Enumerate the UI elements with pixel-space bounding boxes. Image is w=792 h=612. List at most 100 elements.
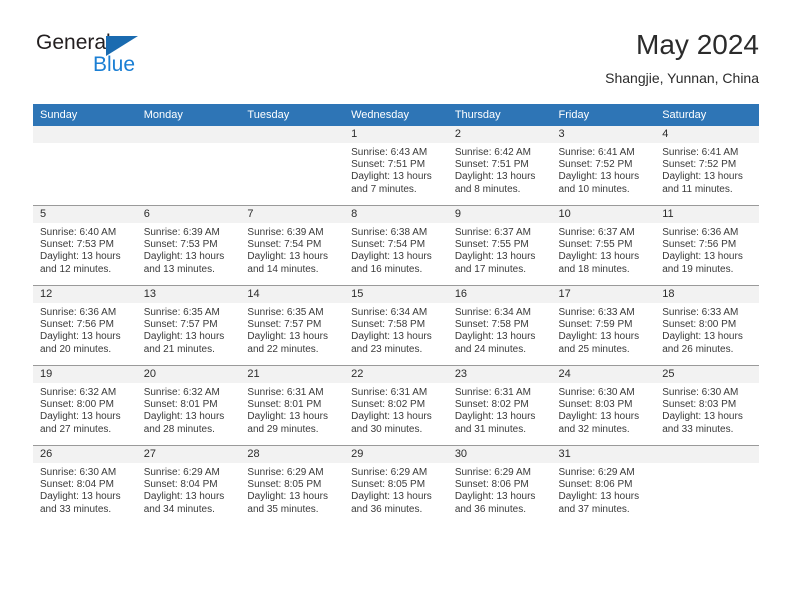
sunset-text: Sunset: 7:58 PM (351, 319, 426, 331)
sunset-text: Sunset: 7:53 PM (40, 239, 114, 251)
calendar-day-cell[interactable]: 13 Sunrise: 6:35 AM Sunset: 7:57 PM Dayligh… (136, 285, 241, 366)
daylight-text-line1: Daylight: 13 hours (247, 251, 329, 263)
calendar-day-cell[interactable]: 10 Sunrise: 6:37 AM Sunset: 7:55 PM Dayligh… (551, 205, 656, 286)
day-number: 24 (551, 366, 656, 383)
day-number: 2 (447, 126, 552, 143)
sunrise-text: Sunrise: 6:34 AM (454, 307, 531, 318)
day-details: Sunrise: 6:43 AM Sunset: 7:51 PM Daylight:… (344, 143, 448, 196)
day-number: 31 (551, 446, 656, 463)
daylight-text-line2: and 26 minutes. (662, 343, 734, 355)
day-number (240, 126, 345, 143)
calendar-day-cell-empty (240, 126, 345, 206)
day-details: Sunrise: 6:36 AM Sunset: 7:56 PM Daylight:… (655, 223, 759, 276)
calendar-day-cell[interactable]: 20 Sunrise: 6:32 AM Sunset: 8:01 PM Dayligh… (136, 365, 241, 446)
daylight-text-line2: and 27 minutes. (40, 423, 112, 435)
sunrise-text: Sunrise: 6:31 AM (454, 387, 531, 398)
calendar-day-cell[interactable]: 8 Sunrise: 6:38 AM Sunset: 7:54 PM Daylight… (344, 205, 448, 286)
sunrise-text: Sunrise: 6:36 AM (662, 227, 739, 238)
day-details: Sunrise: 6:31 AM Sunset: 8:02 PM Daylight:… (344, 383, 448, 436)
calendar-day-cell[interactable]: 26 Sunrise: 6:30 AM Sunset: 8:04 PM Dayligh… (33, 445, 137, 525)
calendar-day-cell[interactable]: 2 Sunrise: 6:42 AM Sunset: 7:51 PM Daylight… (447, 126, 552, 206)
day-number: 21 (240, 366, 345, 383)
calendar-day-cell[interactable]: 17 Sunrise: 6:33 AM Sunset: 7:59 PM Dayligh… (551, 285, 656, 366)
day-number (33, 126, 137, 143)
calendar-day-cell[interactable]: 21 Sunrise: 6:31 AM Sunset: 8:01 PM Dayligh… (240, 365, 345, 446)
sunrise-text: Sunrise: 6:31 AM (351, 387, 428, 398)
calendar-day-cell[interactable]: 6 Sunrise: 6:39 AM Sunset: 7:53 PM Daylight… (136, 205, 241, 286)
calendar-day-cell[interactable]: 14 Sunrise: 6:35 AM Sunset: 7:57 PM Dayligh… (240, 285, 345, 366)
daylight-text-line1: Daylight: 13 hours (40, 331, 121, 343)
day-number: 29 (344, 446, 448, 463)
day-number: 26 (33, 446, 137, 463)
calendar-day-cell[interactable]: 31 Sunrise: 6:29 AM Sunset: 8:06 PM Dayligh… (551, 445, 656, 525)
calendar-day-cell[interactable]: 28 Sunrise: 6:29 AM Sunset: 8:05 PM Dayligh… (240, 445, 345, 525)
calendar-day-cell[interactable]: 27 Sunrise: 6:29 AM Sunset: 8:04 PM Dayligh… (136, 445, 241, 525)
day-number: 16 (447, 286, 552, 303)
sunset-text: Sunset: 8:05 PM (351, 479, 426, 491)
calendar-day-cell[interactable]: 12 Sunrise: 6:36 AM Sunset: 7:56 PM Dayligh… (33, 285, 137, 366)
daylight-text-line2: and 20 minutes. (40, 343, 112, 355)
day-details: Sunrise: 6:42 AM Sunset: 7:51 PM Daylight:… (448, 143, 552, 196)
sunrise-text: Sunrise: 6:29 AM (351, 467, 428, 478)
daylight-text-line2: and 31 minutes. (454, 423, 526, 435)
calendar-day-cell[interactable]: 18 Sunrise: 6:33 AM Sunset: 8:00 PM Dayligh… (655, 285, 759, 366)
calendar-day-cell[interactable]: 1 Sunrise: 6:43 AM Sunset: 7:51 PM Daylight… (344, 126, 448, 206)
sunset-text: Sunset: 7:57 PM (143, 319, 218, 331)
weekday-header-row: Sunday Monday Tuesday Wednesday Thursday… (33, 104, 759, 126)
calendar-day-cell[interactable]: 30 Sunrise: 6:29 AM Sunset: 8:06 PM Dayligh… (447, 445, 552, 525)
calendar-grid: Sunday Monday Tuesday Wednesday Thursday… (33, 104, 759, 525)
day-details: Sunrise: 6:31 AM Sunset: 8:02 PM Daylight:… (448, 383, 552, 436)
brand-logo[interactable]: General Blue (33, 28, 253, 84)
day-details: Sunrise: 6:37 AM Sunset: 7:55 PM Daylight:… (448, 223, 552, 276)
calendar-day-cell[interactable]: 19 Sunrise: 6:32 AM Sunset: 8:00 PM Dayligh… (33, 365, 137, 446)
calendar-day-cell[interactable]: 7 Sunrise: 6:39 AM Sunset: 7:54 PM Daylight… (240, 205, 345, 286)
page-title: May 2024 (636, 29, 759, 60)
sunrise-text: Sunrise: 6:41 AM (662, 147, 739, 158)
daylight-text-line2: and 8 minutes. (454, 183, 521, 195)
weekday-header-wednesday: Wednesday (344, 104, 448, 126)
daylight-text-line1: Daylight: 13 hours (143, 251, 225, 263)
calendar-day-cell[interactable]: 9 Sunrise: 6:37 AM Sunset: 7:55 PM Daylight… (447, 205, 552, 286)
day-number: 17 (551, 286, 656, 303)
day-details: Sunrise: 6:37 AM Sunset: 7:55 PM Daylight:… (552, 223, 656, 276)
daylight-text-line2: and 16 minutes. (351, 263, 423, 275)
day-details: Sunrise: 6:29 AM Sunset: 8:04 PM Daylight:… (137, 463, 241, 516)
day-number: 30 (447, 446, 552, 463)
sunrise-text: Sunrise: 6:33 AM (662, 307, 739, 318)
weekday-header-tuesday: Tuesday (240, 104, 345, 126)
daylight-text-line2: and 29 minutes. (247, 423, 319, 435)
sunset-text: Sunset: 8:04 PM (40, 479, 114, 491)
sunrise-text: Sunrise: 6:40 AM (40, 227, 117, 238)
daylight-text-line1: Daylight: 13 hours (558, 331, 640, 343)
calendar-day-cell[interactable]: 15 Sunrise: 6:34 AM Sunset: 7:58 PM Dayligh… (344, 285, 448, 366)
daylight-text-line1: Daylight: 13 hours (558, 411, 640, 423)
calendar-day-cell[interactable]: 3 Sunrise: 6:41 AM Sunset: 7:52 PM Daylight… (551, 126, 656, 206)
daylight-text-line1: Daylight: 13 hours (143, 491, 225, 503)
day-details: Sunrise: 6:35 AM Sunset: 7:57 PM Daylight:… (240, 303, 344, 356)
sunset-text: Sunset: 7:55 PM (558, 239, 633, 251)
calendar-day-cell[interactable]: 23 Sunrise: 6:31 AM Sunset: 8:02 PM Dayligh… (447, 365, 552, 446)
daylight-text-line2: and 21 minutes. (143, 343, 215, 355)
weekday-header-monday: Monday (136, 104, 241, 126)
calendar-day-cell[interactable]: 11 Sunrise: 6:36 AM Sunset: 7:56 PM Dayligh… (655, 205, 759, 286)
day-details: Sunrise: 6:41 AM Sunset: 7:52 PM Daylight:… (655, 143, 759, 196)
calendar-day-cell[interactable]: 29 Sunrise: 6:29 AM Sunset: 8:05 PM Dayligh… (344, 445, 448, 525)
daylight-text-line1: Daylight: 13 hours (454, 491, 536, 503)
day-details: Sunrise: 6:39 AM Sunset: 7:54 PM Daylight:… (240, 223, 344, 276)
daylight-text-line1: Daylight: 13 hours (454, 331, 536, 343)
daylight-text-line1: Daylight: 13 hours (247, 411, 329, 423)
day-details: Sunrise: 6:33 AM Sunset: 8:00 PM Daylight:… (655, 303, 759, 356)
sunrise-text: Sunrise: 6:37 AM (558, 227, 635, 238)
brand-name-general: General (36, 31, 111, 54)
sunrise-text: Sunrise: 6:35 AM (143, 307, 220, 318)
calendar-day-cell[interactable]: 4 Sunrise: 6:41 AM Sunset: 7:52 PM Daylight… (655, 126, 759, 206)
calendar-day-cell[interactable]: 16 Sunrise: 6:34 AM Sunset: 7:58 PM Dayligh… (447, 285, 552, 366)
calendar-day-cell[interactable]: 22 Sunrise: 6:31 AM Sunset: 8:02 PM Dayligh… (344, 365, 448, 446)
page-subtitle: Shangjie, Yunnan, China (605, 70, 759, 86)
calendar-day-cell[interactable]: 5 Sunrise: 6:40 AM Sunset: 7:53 PM Daylight… (33, 205, 137, 286)
day-number: 25 (655, 366, 759, 383)
day-number: 6 (136, 206, 241, 223)
calendar-week-row: 1 Sunrise: 6:43 AM Sunset: 7:51 PM Daylight… (33, 126, 759, 206)
calendar-day-cell[interactable]: 24 Sunrise: 6:30 AM Sunset: 8:03 PM Dayligh… (551, 365, 656, 446)
calendar-day-cell[interactable]: 25 Sunrise: 6:30 AM Sunset: 8:03 PM Dayligh… (655, 365, 759, 446)
